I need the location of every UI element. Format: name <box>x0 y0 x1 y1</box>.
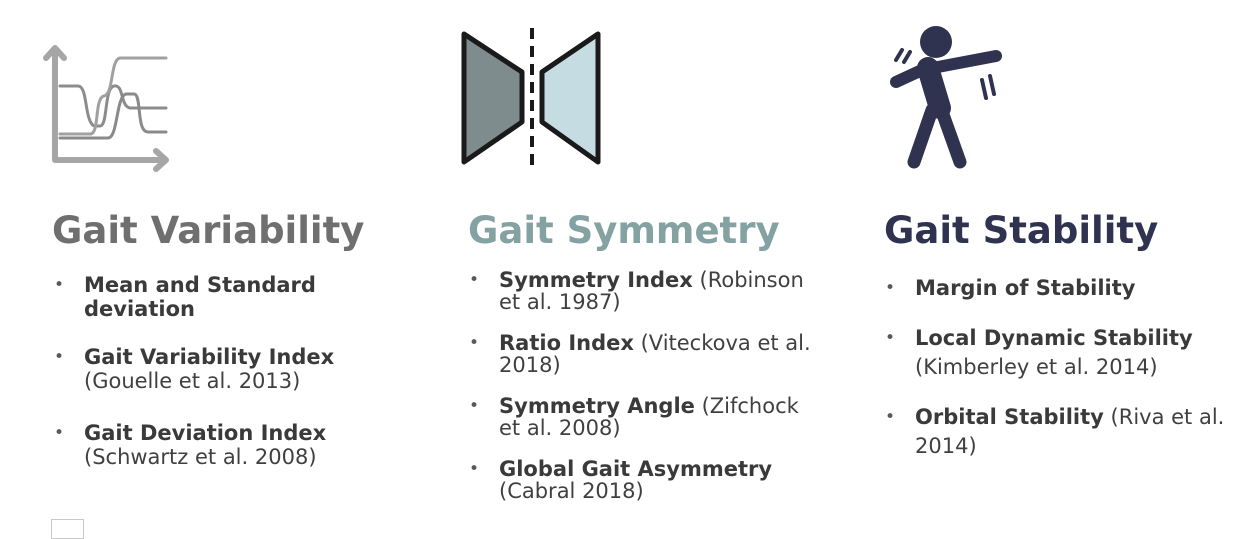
gait-stability-list: Margin of Stability Local Dynamic Stabil… <box>885 274 1235 461</box>
metric-name: Margin of Stability <box>915 276 1136 300</box>
list-item: Mean and Standard deviation <box>54 273 424 321</box>
list-item: Gait Deviation Index (Schwartz et al. 20… <box>54 421 424 469</box>
metric-name: Symmetry Index <box>499 268 693 292</box>
metric-reference: (Kimberley et al. 2014) <box>915 355 1158 379</box>
list-item: Global Gait Asymmetry (Cabral 2018) <box>469 458 819 502</box>
gait-stability-title: Gait Stability <box>884 209 1159 252</box>
list-item: Orbital Stability (Riva et al. 2014) <box>885 403 1235 461</box>
metric-name: Local Dynamic Stability <box>915 326 1193 350</box>
list-item: Gait Variability Index (Gouelle et al. 2… <box>54 345 424 393</box>
list-item: Margin of Stability <box>885 274 1235 303</box>
metric-name: Ratio Index <box>499 331 634 355</box>
metric-name: Global Gait Asymmetry <box>499 457 773 481</box>
metric-name: Symmetry Angle <box>499 394 695 418</box>
gait-symmetry-title: Gait Symmetry <box>468 209 780 252</box>
gait-variability-list: Mean and Standard deviation Gait Variabi… <box>54 273 424 469</box>
gait-variability-title: Gait Variability <box>52 209 365 252</box>
metric-name: Gait Variability Index <box>84 345 335 369</box>
list-item: Local Dynamic Stability (Kimberley et al… <box>885 324 1235 382</box>
slide-corner-box <box>51 519 84 539</box>
metric-name: Gait Deviation Index <box>84 421 327 445</box>
mirror-symmetry-icon <box>461 28 601 170</box>
gait-symmetry-list: Symmetry Index (Robinson et al. 1987) Ra… <box>469 269 819 502</box>
metric-reference: (Cabral 2018) <box>499 479 644 503</box>
line-graph-icon <box>43 45 169 172</box>
list-item: Ratio Index (Viteckova et al. 2018) <box>469 332 819 376</box>
metric-name: Mean and Standard deviation <box>84 273 316 321</box>
list-item: Symmetry Index (Robinson et al. 1987) <box>469 269 819 313</box>
metric-reference: (Gouelle et al. 2013) <box>84 369 301 393</box>
metric-name: Orbital Stability <box>915 405 1104 429</box>
list-item: Symmetry Angle (Zifchock et al. 2008) <box>469 395 819 439</box>
falling-person-icon <box>890 26 1002 169</box>
metric-reference: (Schwartz et al. 2008) <box>84 445 317 469</box>
